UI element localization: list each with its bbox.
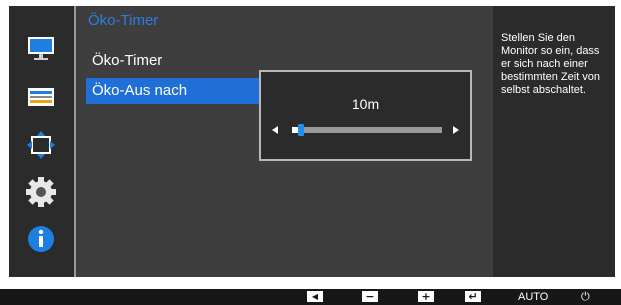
enter-icon: ↵ — [465, 291, 481, 302]
minus-icon: − — [362, 291, 378, 302]
power-icon[interactable]: ⏻ — [581, 291, 590, 303]
category-sidebar — [9, 6, 73, 277]
picture-settings-icon[interactable] — [25, 81, 57, 113]
position-resize-icon[interactable] — [25, 129, 57, 161]
plus-icon: + — [418, 291, 434, 302]
button-guide-bar: ◀ − + ↵ AUTO ⏻ — [0, 289, 621, 305]
help-text: Stellen Sie den Monitor so ein, dass er … — [501, 32, 601, 96]
arrow-left-icon[interactable] — [272, 126, 278, 134]
slider-value: 10m — [351, 96, 380, 112]
left-button[interactable]: ◀ — [307, 291, 323, 303]
plus-button[interactable]: + — [418, 291, 434, 303]
menu-item-eco-timer[interactable]: Öko-Timer — [86, 48, 262, 74]
enter-button[interactable]: ↵ — [465, 291, 481, 303]
slider-track[interactable] — [292, 124, 442, 136]
gear-icon[interactable] — [25, 176, 57, 208]
help-panel: Stellen Sie den Monitor so ein, dass er … — [493, 6, 615, 277]
arrow-right-icon[interactable] — [453, 126, 459, 134]
slider-thumb[interactable] — [298, 124, 304, 136]
monitor-icon[interactable] — [25, 32, 57, 64]
left-arrow-icon: ◀ — [307, 291, 323, 302]
menu-panel: Öko-Timer Öko-Timer Öko-Aus nach 10m — [74, 6, 495, 277]
menu-item-eco-off-after[interactable]: Öko-Aus nach — [86, 78, 262, 104]
osd-window: Öko-Timer Öko-Timer Öko-Aus nach 10m Ste… — [9, 6, 615, 277]
auto-button[interactable]: AUTO — [518, 291, 548, 303]
information-icon[interactable] — [25, 223, 57, 255]
eco-off-popup: 10m — [259, 70, 472, 161]
menu-title: Öko-Timer — [88, 12, 159, 29]
minus-button[interactable]: − — [362, 291, 378, 303]
